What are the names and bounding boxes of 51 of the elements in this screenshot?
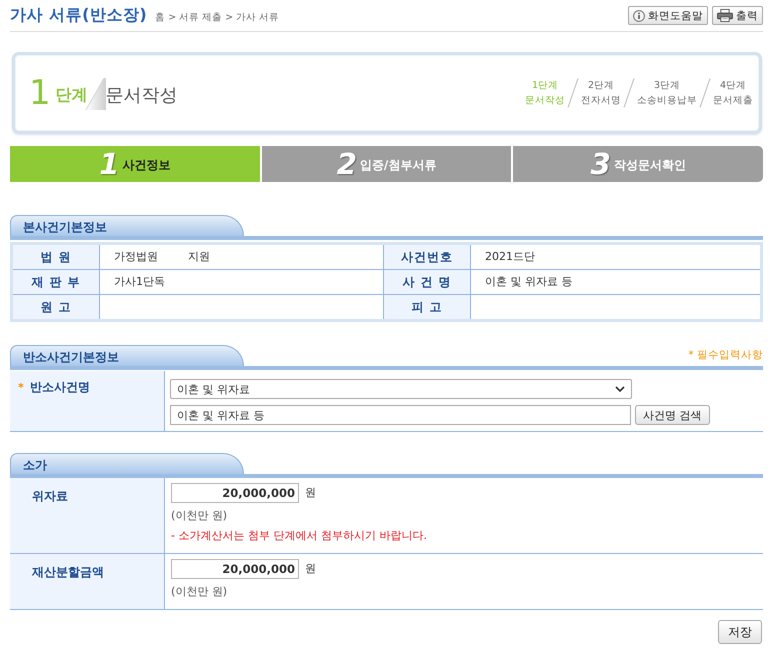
field-value: 이혼 및 위자료 등 — [485, 275, 572, 289]
field-label: 원 고 — [12, 294, 100, 320]
step-number: 1 — [29, 76, 51, 110]
case-type-dropdown[interactable]: 이혼 및 위자료 — [170, 379, 632, 399]
field-label: 피 고 — [384, 294, 470, 320]
field-value: 2021드단 — [485, 250, 535, 264]
step-name: 문서작성 — [525, 94, 565, 108]
currency-unit: 원 — [305, 562, 316, 576]
print-button[interactable]: 출력 — [712, 6, 763, 25]
field-value: 가정법원 — [114, 250, 158, 264]
step-name: 전자서명 — [581, 94, 621, 108]
save-button[interactable]: 저장 — [718, 620, 762, 644]
field-label: 반소사건명 — [30, 380, 90, 395]
step-name: 문서제출 — [713, 94, 753, 108]
breadcrumb: 홈 > 서류 제출 > 가사 서류 — [155, 10, 280, 24]
step-label: 1단계 — [532, 79, 558, 93]
section-title: 소가 — [10, 453, 244, 474]
printer-icon — [717, 9, 733, 22]
required-mark: * — [18, 380, 24, 395]
case-name-input[interactable]: 이혼 및 위자료 등 — [170, 405, 631, 425]
field-value: 가사1단독 — [114, 275, 165, 289]
notice-text: - 소가계산서는 첨부 단계에서 첨부하시기 바랍니다. — [171, 529, 427, 543]
case-search-button[interactable]: 사건명 검색 — [635, 405, 710, 425]
step-unit: 단계 — [56, 84, 88, 106]
field-label: 재 판 부 — [12, 270, 100, 294]
currency-unit: 원 — [305, 486, 316, 500]
slash-divider — [623, 78, 635, 108]
field-label: 법 원 — [12, 244, 100, 270]
help-button[interactable]: 화면도움말 — [628, 6, 708, 25]
step-title: 문서작성 — [106, 84, 178, 107]
step-name: 소송비용납부 — [637, 94, 697, 108]
slash-divider — [567, 78, 579, 108]
info-icon — [633, 10, 645, 22]
page-title: 가사 서류(반소장) — [10, 5, 148, 26]
field-label: 재산분할금액 — [32, 565, 104, 579]
step-label: 2단계 — [588, 79, 614, 93]
amount-in-words: (이천만 원) — [171, 585, 228, 599]
field-label: 사건번호 — [384, 244, 470, 270]
field-label: 사 건 명 — [384, 270, 470, 294]
slash-divider — [699, 78, 711, 108]
section-title: 본사건기본정보 — [10, 215, 244, 236]
step-label: 3단계 — [654, 79, 680, 93]
amount-input[interactable]: 20,000,000 — [171, 483, 299, 503]
field-label: 위자료 — [32, 489, 68, 503]
amount-input[interactable]: 20,000,000 — [171, 559, 299, 579]
chevron-down-icon — [615, 386, 625, 392]
section-title: 반소사건기본정보 — [10, 345, 244, 366]
step-label: 4단계 — [720, 79, 746, 93]
field-value: 지원 — [188, 250, 210, 264]
amount-in-words: (이천만 원) — [171, 509, 228, 523]
required-note: * 필수입력사항 — [688, 348, 763, 362]
